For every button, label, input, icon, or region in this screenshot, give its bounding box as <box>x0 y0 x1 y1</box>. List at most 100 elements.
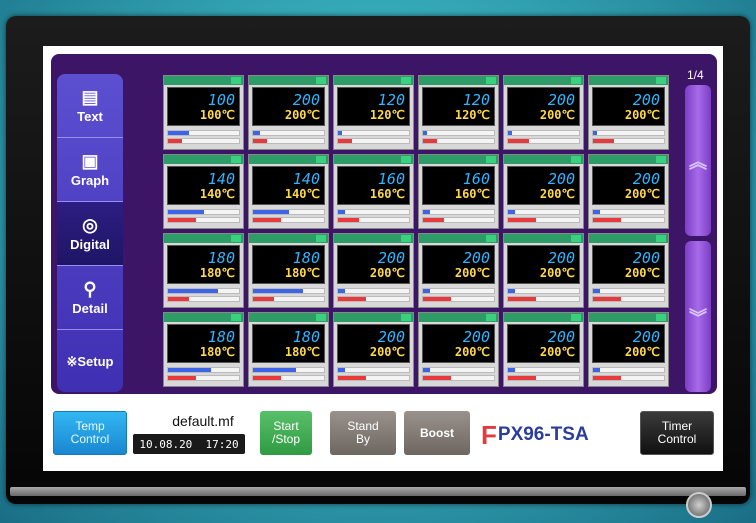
output-bar-1-fill <box>508 289 516 293</box>
output-bar-2-fill <box>253 297 275 301</box>
output-bar-row <box>252 374 325 382</box>
output-bars <box>592 287 665 303</box>
channel-indicator <box>231 156 241 163</box>
output-bar-2 <box>252 296 325 302</box>
output-bar-1-fill <box>593 131 597 135</box>
output-bars <box>507 366 580 382</box>
channel-cell[interactable]: 200 200℃ <box>588 233 669 308</box>
channel-cell[interactable]: 200 200℃ <box>588 75 669 150</box>
output-bar-row <box>422 366 495 374</box>
output-bars <box>592 366 665 382</box>
boost-button[interactable]: Boost <box>404 411 470 455</box>
output-bars <box>252 208 325 224</box>
sv-value: 180℃ <box>284 265 320 280</box>
sidebar-item-label: Detail <box>72 300 108 316</box>
channel-cell[interactable]: 200 200℃ <box>588 154 669 229</box>
pv-value: 120 <box>462 90 490 109</box>
output-bar-2 <box>337 217 410 223</box>
output-bar-2 <box>507 375 580 381</box>
output-bar-2 <box>507 138 580 144</box>
sidebar-item-detail[interactable]: ⚲ Detail <box>57 266 123 330</box>
channel-cell[interactable]: 200 200℃ <box>588 312 669 387</box>
pv-value: 140 <box>207 169 235 188</box>
channel-cell[interactable]: 200 200℃ <box>503 75 584 150</box>
output-bars <box>337 287 410 303</box>
output-bar-1-fill <box>338 289 346 293</box>
sidebar-item-digital[interactable]: ◎ Digital <box>57 202 123 266</box>
channel-display: 200 200℃ <box>337 324 410 363</box>
start-stop-button[interactable]: Start /Stop <box>260 411 312 455</box>
boost-label: Boost <box>420 425 454 440</box>
channel-cell[interactable]: 120 120℃ <box>333 75 414 150</box>
sv-value: 140℃ <box>284 186 320 201</box>
output-bar-1-fill <box>593 210 601 214</box>
output-bars <box>507 287 580 303</box>
channel-header <box>164 155 243 164</box>
output-bar-row <box>507 366 580 374</box>
channel-indicator <box>316 77 326 84</box>
output-bar-2 <box>422 296 495 302</box>
channel-cell[interactable]: 200 200℃ <box>248 75 329 150</box>
pv-value: 120 <box>377 90 405 109</box>
sidebar-item-label: Text <box>77 108 103 124</box>
output-bar-2-fill <box>508 218 537 222</box>
sidebar-item-graph[interactable]: ▣ Graph <box>57 138 123 202</box>
timer-control-button[interactable]: Timer Control <box>640 411 714 455</box>
output-bar-row <box>592 366 665 374</box>
channel-cell[interactable]: 120 120℃ <box>418 75 499 150</box>
channel-cell[interactable]: 180 180℃ <box>248 233 329 308</box>
sv-value: 200℃ <box>539 107 575 122</box>
power-button[interactable] <box>686 492 712 518</box>
output-bar-2 <box>422 375 495 381</box>
output-bar-2 <box>592 138 665 144</box>
output-bar-1-fill <box>423 289 431 293</box>
page-down-button[interactable]: ︾ <box>685 241 711 392</box>
output-bar-row <box>422 129 495 137</box>
stand-by-button[interactable]: Stand By <box>330 411 396 455</box>
pv-value: 200 <box>547 327 575 346</box>
channel-indicator <box>316 235 326 242</box>
output-bar-row <box>167 129 240 137</box>
output-bar-row <box>167 374 240 382</box>
output-bar-1 <box>422 209 495 215</box>
output-bar-1-fill <box>168 289 218 293</box>
channel-cell[interactable]: 180 180℃ <box>163 233 244 308</box>
channel-cell[interactable]: 200 200℃ <box>503 154 584 229</box>
channel-display: 200 200℃ <box>507 324 580 363</box>
pv-value: 200 <box>632 169 660 188</box>
channel-cell[interactable]: 160 160℃ <box>333 154 414 229</box>
output-bar-row <box>252 129 325 137</box>
output-bar-row <box>167 137 240 145</box>
channel-cell[interactable]: 200 200℃ <box>503 312 584 387</box>
channel-cell[interactable]: 180 180℃ <box>248 312 329 387</box>
output-bar-row <box>592 208 665 216</box>
sv-value: 200℃ <box>624 265 660 280</box>
temp-control-button[interactable]: Temp Control <box>53 411 127 455</box>
channel-cell[interactable]: 160 160℃ <box>418 154 499 229</box>
channel-cell[interactable]: 200 200℃ <box>333 233 414 308</box>
output-bars <box>592 129 665 145</box>
channel-cell[interactable]: 180 180℃ <box>163 312 244 387</box>
channel-cell[interactable]: 140 140℃ <box>248 154 329 229</box>
output-bars <box>252 287 325 303</box>
output-bar-1 <box>252 367 325 373</box>
output-bar-2 <box>252 138 325 144</box>
output-bar-row <box>507 287 580 295</box>
channel-cell[interactable]: 200 200℃ <box>333 312 414 387</box>
sv-value: 200℃ <box>454 265 490 280</box>
stand-by-label: Stand By <box>347 419 379 446</box>
channel-cell[interactable]: 200 200℃ <box>418 312 499 387</box>
pv-value: 200 <box>462 327 490 346</box>
output-bar-1-fill <box>253 131 261 135</box>
output-bar-row <box>507 137 580 145</box>
channel-cell[interactable]: 140 140℃ <box>163 154 244 229</box>
channel-cell[interactable]: 200 200℃ <box>503 233 584 308</box>
page-up-button[interactable]: ︽ <box>685 85 711 236</box>
channel-cell[interactable]: 200 200℃ <box>418 233 499 308</box>
output-bar-2 <box>422 217 495 223</box>
sidebar-item-setup[interactable]: ※Setup <box>57 330 123 392</box>
output-bar-row <box>422 208 495 216</box>
channel-header <box>589 76 668 85</box>
channel-cell[interactable]: 100 100℃ <box>163 75 244 150</box>
sidebar-item-text[interactable]: ▤ Text <box>57 74 123 138</box>
